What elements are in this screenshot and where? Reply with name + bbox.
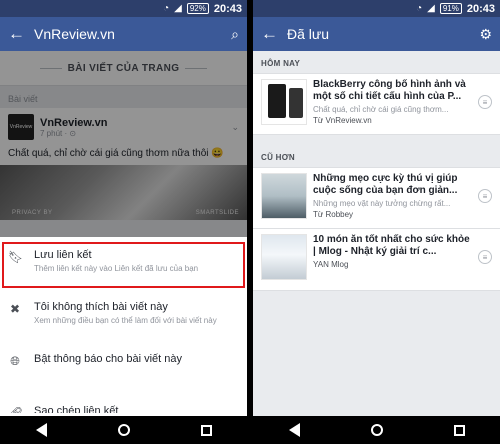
item-title: 10 món ăn tốt nhất cho sức khỏe | Mlog -… [313, 234, 470, 257]
option-description: Xem những điều bạn có thể làm đối với bà… [34, 316, 217, 325]
search-icon[interactable]: ⌕ [231, 26, 239, 43]
option-title: Bật thông báo cho bài viết này [34, 353, 182, 365]
item-subtitle: Những mẹo vặt này tưởng chừng rất... [313, 199, 451, 208]
link-icon: 🔗︎ [8, 406, 24, 413]
saved-item[interactable]: BlackBerry công bố hình ảnh và một số ch… [253, 73, 500, 135]
option-title: Sao chép liên kết [34, 405, 119, 413]
group-header-today: HÔM NAY [261, 59, 301, 68]
wifi-icon: ◔ [163, 2, 170, 14]
item-title: BlackBerry công bố hình ảnh và một số ch… [313, 79, 466, 102]
saved-item[interactable]: 10 món ăn tốt nhất cho sức khỏe | Mlog -… [253, 229, 500, 291]
post-options-sheet: 🔖︎ Lưu liên kết Thêm liên kết này vào Li… [0, 237, 247, 416]
back-arrow-icon[interactable]: ← [8, 24, 34, 44]
item-source: YAN Mlog [313, 260, 349, 269]
clock: 20:43 [213, 2, 242, 15]
more-options-icon[interactable]: ≡ [478, 95, 492, 109]
battery-indicator: 91% [439, 3, 462, 14]
back-arrow-icon[interactable]: ← [261, 24, 287, 44]
battery-indicator: 92% [186, 3, 209, 14]
saved-item[interactable]: Những mẹo cực kỳ thú vị giúp cuộc sống c… [253, 167, 500, 229]
group-header-older: CŨ HƠN [261, 153, 295, 162]
item-source: Từ VnReview.vn [313, 116, 372, 125]
nav-back-icon[interactable] [35, 423, 47, 437]
page-title: Đã lưu [287, 26, 330, 42]
item-thumbnail [261, 79, 307, 125]
app-bar: ← Đã lưu ⚙︎ [253, 17, 500, 51]
dislike-post-option[interactable]: ✖ Tôi không thích bài viết này Xem những… [0, 289, 247, 341]
status-bar: ◔ ◢ 91% 20:43 [253, 0, 500, 17]
nav-recents-icon[interactable] [453, 424, 465, 436]
globe-icon: 🌐︎ [10, 354, 20, 368]
copy-link-option[interactable]: 🔗︎ Sao chép liên kết [0, 393, 247, 413]
page-title: VnReview.vn [34, 26, 115, 42]
item-subtitle: Chất quá, chỉ chờ cái giá cũng thơm... [313, 105, 449, 114]
nav-recents-icon[interactable] [200, 424, 212, 436]
signal-icon: ◢ [427, 2, 435, 14]
left-phone-screen: ◔ ◢ 92% 20:43 ← VnReview.vn ⌕ BÀI VIẾT C… [0, 0, 247, 444]
signal-icon: ◢ [174, 2, 182, 14]
android-nav-bar [253, 416, 500, 444]
more-options-icon[interactable]: ≡ [478, 250, 492, 264]
right-phone-screen: ◔ ◢ 91% 20:43 ← Đã lưu ⚙︎ HÔM NAY BlackB… [253, 0, 500, 444]
item-source: Từ Robbey [313, 210, 354, 219]
clock: 20:43 [466, 2, 495, 15]
option-title: Tôi không thích bài viết này [34, 301, 168, 313]
close-x-icon: ✖ [9, 302, 21, 316]
item-thumbnail [261, 234, 307, 280]
save-link-option[interactable]: 🔖︎ Lưu liên kết Thêm liên kết này vào Li… [0, 237, 247, 289]
filter-icon[interactable]: ⚙︎ [479, 26, 492, 43]
item-title: Những mẹo cực kỳ thú vị giúp cuộc sống c… [313, 173, 458, 196]
status-bar: ◔ ◢ 92% 20:43 [0, 0, 247, 17]
nav-home-icon[interactable] [117, 424, 130, 436]
wifi-icon: ◔ [416, 2, 423, 14]
more-options-icon[interactable]: ≡ [478, 189, 492, 203]
item-thumbnail [261, 173, 307, 219]
android-nav-bar [0, 416, 247, 444]
nav-home-icon[interactable] [370, 424, 383, 436]
app-bar: ← VnReview.vn ⌕ [0, 17, 247, 51]
highlight-box [2, 242, 245, 288]
nav-back-icon[interactable] [288, 423, 300, 437]
turn-on-notifications-option[interactable]: 🌐︎ Bật thông báo cho bài viết này [0, 341, 247, 393]
